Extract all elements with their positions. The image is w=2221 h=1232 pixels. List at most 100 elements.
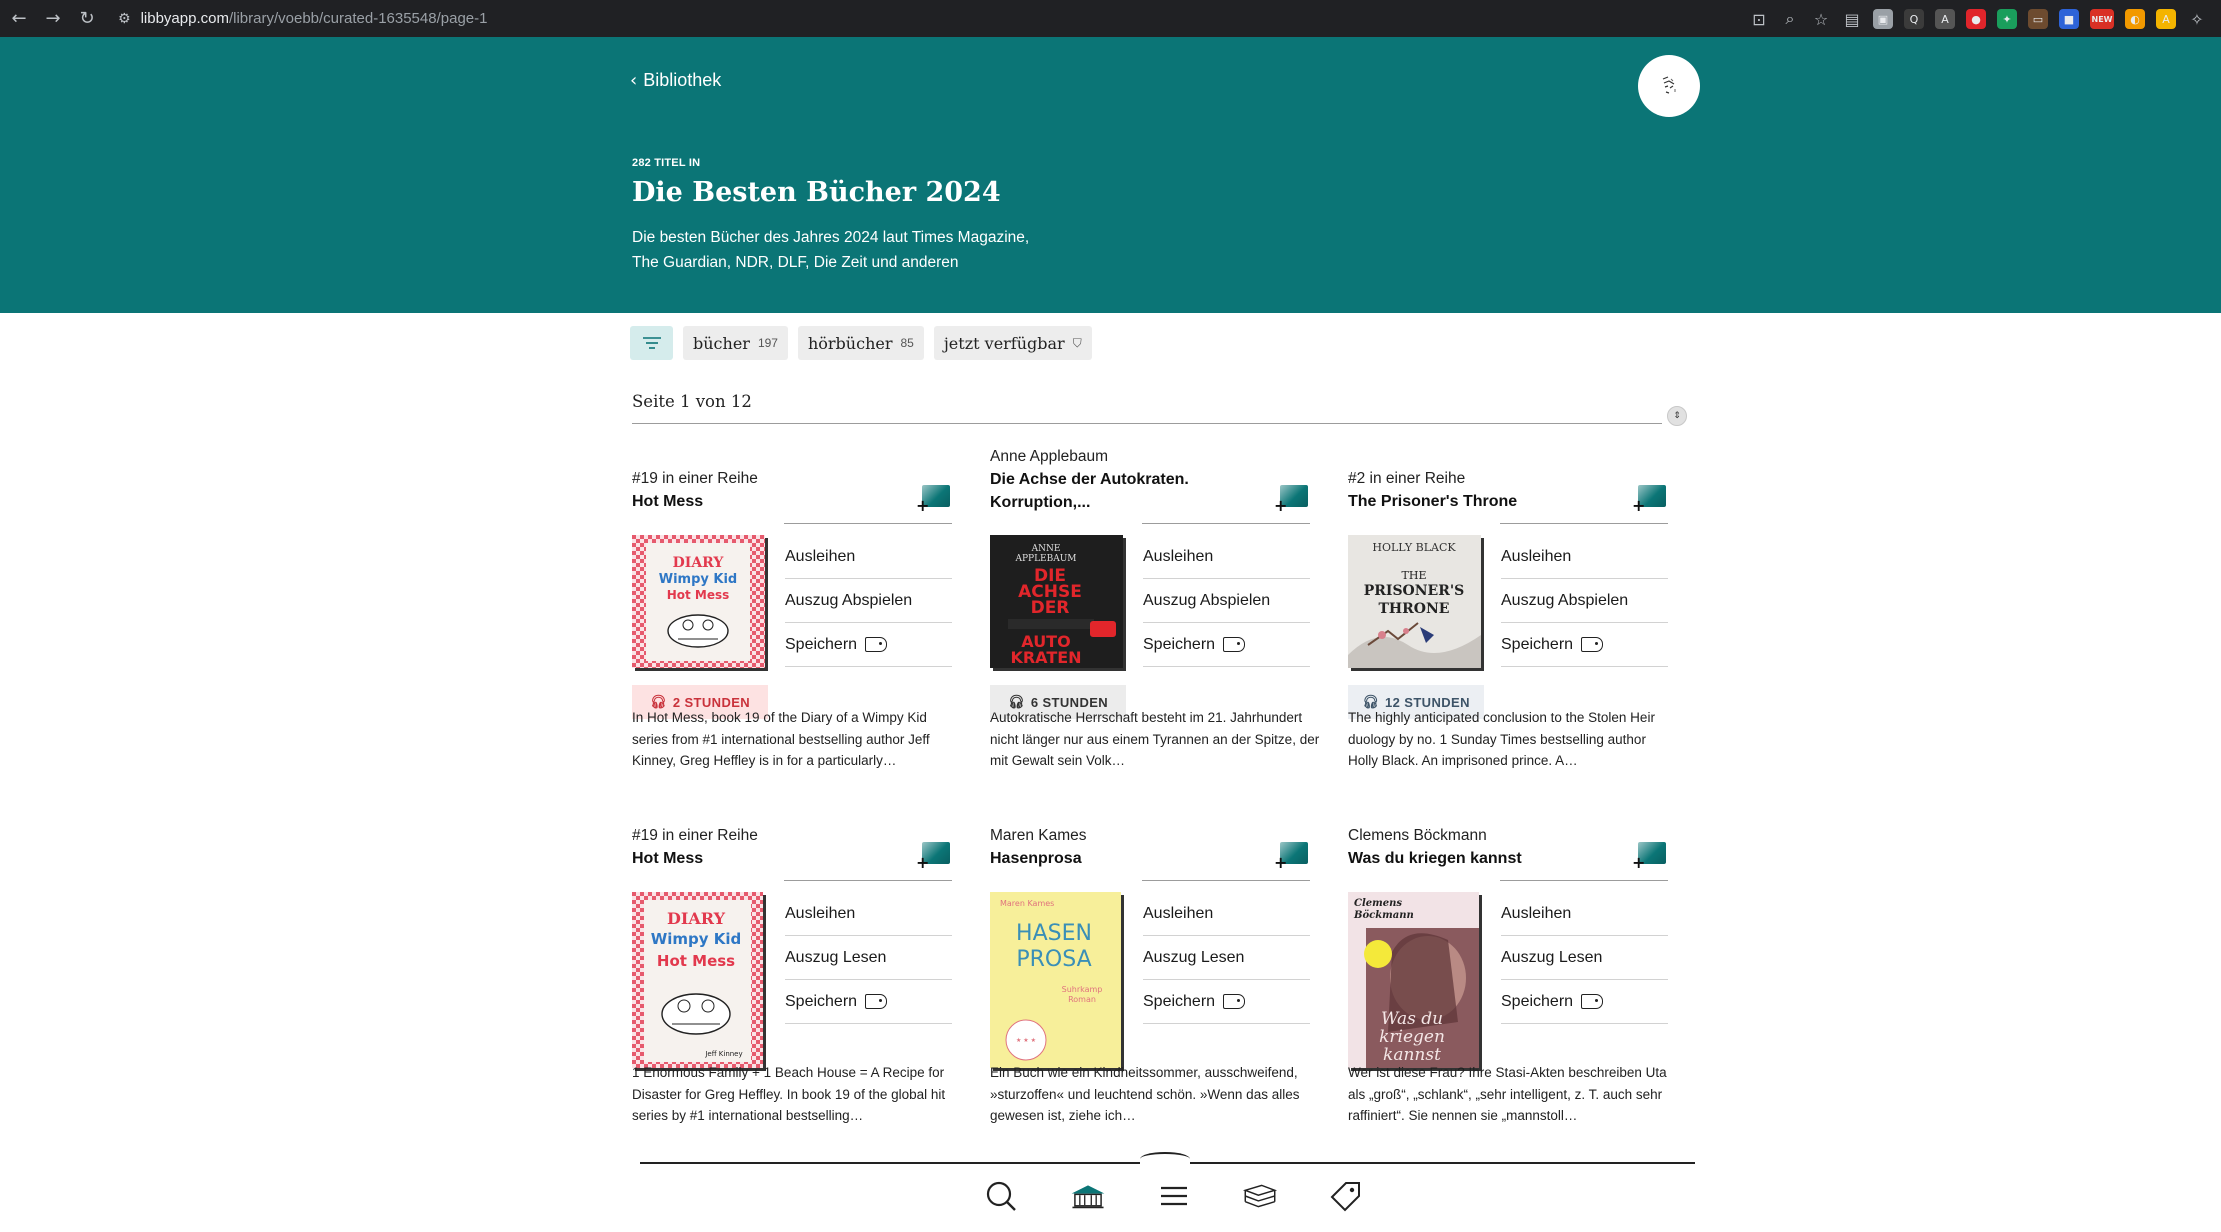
- bookmark-star-icon[interactable]: ☆: [1811, 9, 1831, 29]
- books-filter-chip[interactable]: bücher 197: [683, 326, 788, 360]
- add-tag-button[interactable]: +: [916, 840, 952, 872]
- book-author: Anne Applebaum: [990, 448, 1109, 465]
- extensions-tray: ⊡ ⌕ ☆ ▤ ▣ Q A ● ✦ ▭ ■ NEW ◐ A ✧: [1749, 6, 2207, 32]
- plus-icon: +: [1632, 853, 1646, 872]
- sort-order-button[interactable]: ⇕: [1667, 406, 1687, 426]
- save-tag-icon: [1223, 637, 1246, 652]
- borrow-label: Ausleihen: [1143, 904, 1214, 922]
- nav-search[interactable]: [980, 1178, 1024, 1214]
- card-head: #19 in einer Reihe Hot Mess +: [632, 824, 952, 872]
- borrow-button[interactable]: Ausleihen: [785, 535, 952, 579]
- book-author: Clemens Böckmann: [1348, 827, 1487, 844]
- book-title[interactable]: Die Achse der Autokraten. Korruption,...: [990, 468, 1250, 514]
- save-tag-icon: [1581, 994, 1604, 1009]
- ext-e-icon[interactable]: ✦: [1997, 9, 2017, 29]
- back-arrow-icon[interactable]: ←: [2, 2, 36, 36]
- back-to-library-link[interactable]: ‹ Bibliothek: [630, 70, 721, 91]
- book-card-3: #2 in einer Reihe The Prisoner's Throne …: [1348, 445, 1668, 775]
- add-tag-button[interactable]: +: [1632, 483, 1668, 514]
- book-cover[interactable]: DIARY Wimpy Kid Hot Mess: [632, 535, 765, 668]
- borrow-button[interactable]: Ausleihen: [1143, 892, 1310, 936]
- book-actions: Ausleihen Auszug Abspielen Speichern: [785, 535, 952, 667]
- book-cover[interactable]: DIARY Wimpy Kid Hot Mess Jeff Kinney: [632, 892, 763, 1068]
- reader-mode-icon[interactable]: ▤: [1842, 9, 1862, 29]
- add-tag-button[interactable]: +: [1632, 840, 1668, 872]
- play-sample-button[interactable]: Auszug Abspielen: [1501, 579, 1668, 623]
- available-now-label: jetzt verfügbar: [943, 333, 1065, 353]
- add-tag-button[interactable]: +: [1274, 840, 1310, 871]
- borrow-button[interactable]: Ausleihen: [1501, 535, 1668, 579]
- svg-text:Maren Kames: Maren Kames: [1000, 899, 1054, 908]
- save-button[interactable]: Speichern: [1501, 980, 1668, 1024]
- svg-text:★ ★ ★: ★ ★ ★: [1016, 1037, 1036, 1044]
- zoom-icon[interactable]: ⌕: [1780, 9, 1800, 29]
- save-button[interactable]: Speichern: [785, 623, 952, 667]
- reload-icon[interactable]: ↻: [70, 2, 104, 36]
- save-button[interactable]: Speichern: [785, 980, 952, 1024]
- book-cover[interactable]: ANNE APPLEBAUM DIE ACHSE DER AUTO KRATEN: [990, 535, 1123, 668]
- borrow-label: Ausleihen: [785, 904, 856, 922]
- save-label: Speichern: [1501, 992, 1574, 1010]
- book-title[interactable]: Hot Mess: [632, 490, 892, 513]
- library-card-avatar[interactable]: [1638, 55, 1700, 117]
- read-sample-button[interactable]: Auszug Lesen: [785, 936, 952, 980]
- nav-shelf[interactable]: [1238, 1178, 1282, 1214]
- available-now-filter-chip[interactable]: jetzt verfügbar ⛉: [933, 326, 1092, 360]
- ext-c-icon[interactable]: A: [1935, 9, 1955, 29]
- book-title[interactable]: Hasenprosa: [990, 847, 1250, 870]
- svg-text:ANNE: ANNE: [1031, 544, 1061, 554]
- address-bar[interactable]: ⚙ libbyapp.com/library/voebb/curated-163…: [118, 4, 1758, 33]
- ext-h-icon[interactable]: NEW: [2090, 9, 2114, 29]
- nav-tags[interactable]: [1324, 1178, 1368, 1214]
- ext-b-icon[interactable]: Q: [1904, 9, 1924, 29]
- svg-text:PRISONER'S: PRISONER'S: [1364, 583, 1465, 599]
- extensions-puzzle-icon[interactable]: ✧: [2187, 9, 2207, 29]
- sort-arrows-icon: ⇕: [1673, 411, 1681, 421]
- borrow-label: Ausleihen: [1501, 904, 1572, 922]
- borrow-button[interactable]: Ausleihen: [1501, 892, 1668, 936]
- book-card-2: Anne Applebaum Die Achse der Autokraten.…: [990, 445, 1319, 775]
- ext-a-icon[interactable]: ▣: [1873, 9, 1893, 29]
- add-tag-button[interactable]: +: [1274, 483, 1310, 514]
- install-app-icon[interactable]: ⊡: [1749, 9, 1769, 29]
- add-tag-button[interactable]: +: [916, 483, 952, 514]
- divider: [1500, 880, 1668, 881]
- divider: [784, 880, 952, 881]
- play-sample-button[interactable]: Auszug Abspielen: [785, 579, 952, 623]
- forward-arrow-icon[interactable]: →: [36, 2, 70, 36]
- plus-icon: +: [916, 853, 930, 872]
- sample-label: Auszug Abspielen: [1143, 591, 1271, 609]
- svg-text:DIARY: DIARY: [667, 909, 726, 928]
- read-sample-button[interactable]: Auszug Lesen: [1143, 936, 1310, 980]
- book-actions: Ausleihen Auszug Lesen Speichern: [1501, 892, 1668, 1024]
- nav-menu[interactable]: [1152, 1178, 1196, 1214]
- filter-menu-button[interactable]: [630, 326, 673, 360]
- book-cover[interactable]: Maren Kames HASEN PROSA Suhrkamp Roman ★…: [990, 892, 1121, 1068]
- ext-j-icon[interactable]: A: [2156, 9, 2176, 29]
- svg-text:Roman: Roman: [1068, 995, 1096, 1004]
- svg-text:Clemens: Clemens: [1354, 898, 1402, 909]
- book-cover[interactable]: Clemens Böckmann Was du kriegen kannst: [1348, 892, 1479, 1068]
- book-actions: Ausleihen Auszug Abspielen Speichern: [1501, 535, 1668, 667]
- ext-g-icon[interactable]: ■: [2059, 9, 2079, 29]
- site-settings-icon[interactable]: ⚙: [118, 11, 131, 27]
- nav-library[interactable]: [1066, 1178, 1110, 1214]
- book-cover[interactable]: HOLLY BLACK THE PRISONER'S THRONE: [1348, 535, 1481, 668]
- save-button[interactable]: Speichern: [1143, 980, 1310, 1024]
- play-sample-button[interactable]: Auszug Abspielen: [1143, 579, 1310, 623]
- borrow-button[interactable]: Ausleihen: [1143, 535, 1310, 579]
- svg-text:Böckmann: Böckmann: [1353, 910, 1414, 921]
- book-title[interactable]: The Prisoner's Throne: [1348, 490, 1608, 513]
- book-title[interactable]: Hot Mess: [632, 847, 892, 870]
- read-sample-button[interactable]: Auszug Lesen: [1501, 936, 1668, 980]
- save-button[interactable]: Speichern: [1501, 623, 1668, 667]
- ext-i-icon[interactable]: ◐: [2125, 9, 2145, 29]
- ext-d-icon[interactable]: ●: [1966, 9, 1986, 29]
- book-title[interactable]: Was du kriegen kannst: [1348, 847, 1608, 870]
- search-icon: [986, 1181, 1016, 1211]
- save-button[interactable]: Speichern: [1143, 623, 1310, 667]
- borrow-button[interactable]: Ausleihen: [785, 892, 952, 936]
- audiobooks-filter-chip[interactable]: hörbücher 85: [797, 326, 924, 360]
- ext-f-icon[interactable]: ▭: [2028, 9, 2048, 29]
- book-card-1: #19 in einer Reihe Hot Mess + DIARY Wimp…: [632, 445, 952, 775]
